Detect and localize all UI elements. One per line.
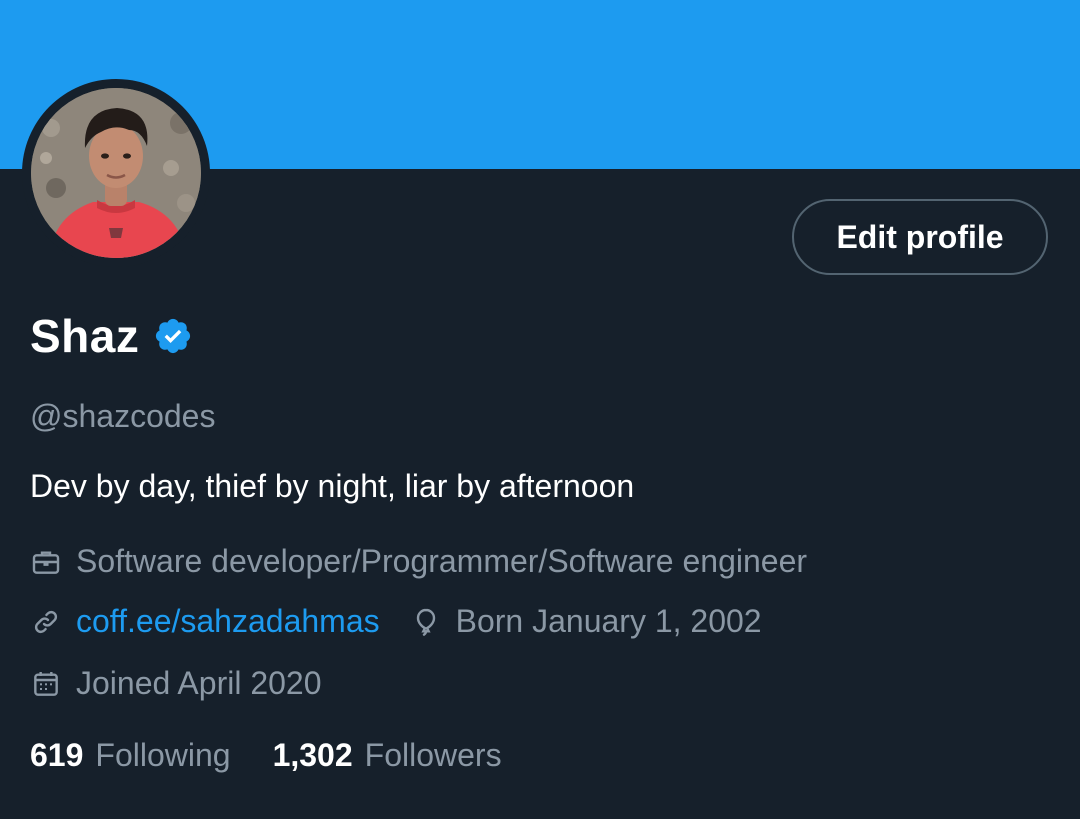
link-icon	[30, 606, 62, 638]
username-handle: @shazcodes	[30, 398, 216, 434]
profession-row: Software developer/Programmer/Software e…	[30, 543, 807, 580]
following-count: 619	[30, 737, 84, 773]
name-row: Shaz	[30, 306, 193, 366]
followers-label: Followers	[364, 737, 502, 773]
website-birthday-row: coff.ee/sahzadahmas Born January 1, 2002	[30, 603, 762, 640]
website-link[interactable]: coff.ee/sahzadahmas	[76, 603, 380, 640]
followers-count: 1,302	[272, 737, 353, 773]
following-link[interactable]: 619 Following	[30, 737, 231, 774]
display-name: Shaz	[30, 310, 140, 362]
calendar-icon	[30, 668, 62, 700]
birthday-text: Born January 1, 2002	[455, 603, 762, 639]
balloon-icon	[410, 606, 442, 638]
profession-text: Software developer/Programmer/Software e…	[76, 543, 808, 579]
profile-bio: Dev by day, thief by night, liar by afte…	[30, 468, 635, 504]
verified-badge-icon[interactable]	[153, 316, 193, 356]
following-label: Following	[95, 737, 231, 773]
joined-text: Joined April 2020	[76, 665, 322, 701]
profile-page: Edit profile Shaz @shazcodes Dev by day,…	[0, 0, 1080, 819]
briefcase-icon	[30, 546, 62, 578]
avatar[interactable]	[31, 88, 201, 258]
joined-row: Joined April 2020	[30, 665, 322, 702]
followers-link[interactable]: 1,302 Followers	[273, 737, 502, 774]
birthday-item: Born January 1, 2002	[410, 603, 762, 640]
edit-profile-button[interactable]: Edit profile	[792, 199, 1048, 275]
follow-stats: 619 Following 1,302 Followers	[30, 737, 502, 774]
